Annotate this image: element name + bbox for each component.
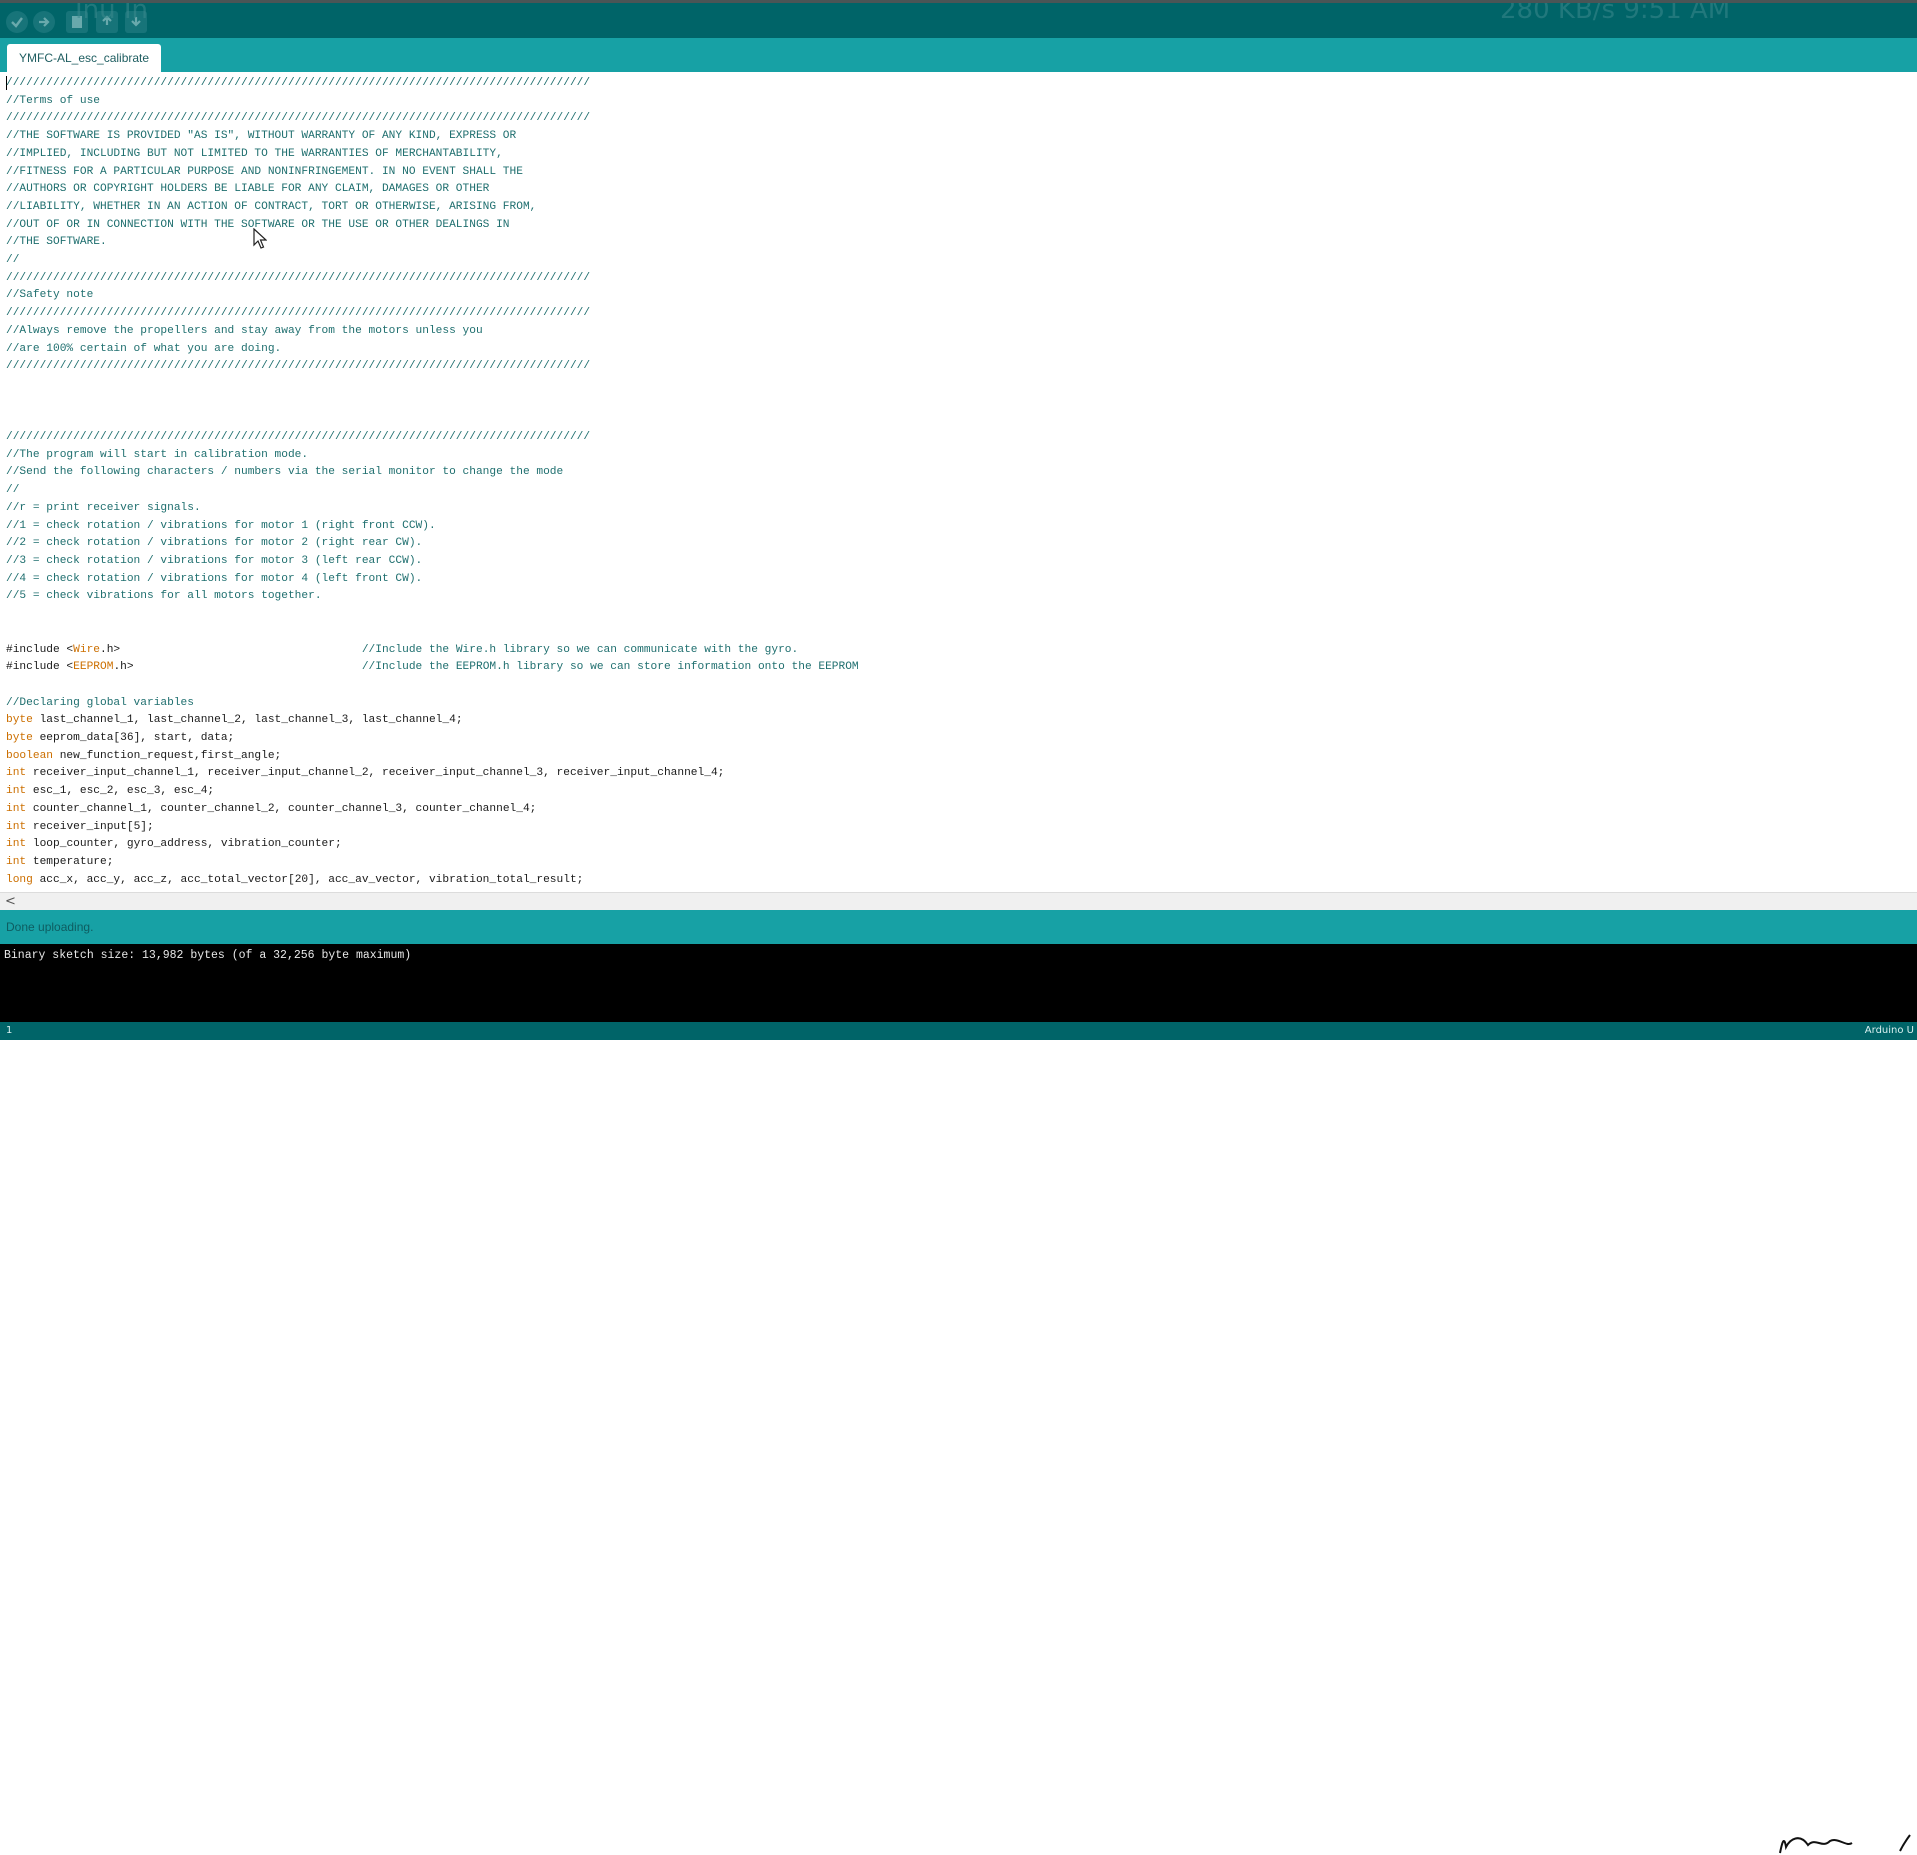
- board-name: Arduino U: [1864, 1025, 1914, 1036]
- console-text: Binary sketch size: 13,982 bytes (of a 3…: [4, 949, 412, 962]
- verify-icon[interactable]: [6, 11, 28, 33]
- horizontal-scrollbar[interactable]: <: [0, 892, 1917, 911]
- overlay-text-left: Inu In: [75, 0, 149, 25]
- overlay-text-right: 280 KB/s 9:51 AM: [1500, 0, 1731, 25]
- toolbar: Inu In 280 KB/s 9:51 AM: [0, 0, 1917, 38]
- code-text[interactable]: ////////////////////////////////////////…: [6, 75, 859, 889]
- pen-scribble-icon: [1779, 1834, 1911, 1854]
- upload-icon[interactable]: [33, 11, 55, 33]
- scroll-left-icon[interactable]: <: [5, 893, 16, 911]
- console-output: Binary sketch size: 13,982 bytes (of a 3…: [0, 944, 1917, 1022]
- code-editor[interactable]: ////////////////////////////////////////…: [0, 72, 1917, 892]
- status-text: Done uploading.: [6, 920, 94, 934]
- mouse-pointer-icon: [253, 228, 267, 249]
- footer-bar: 1 Arduino U: [0, 1022, 1917, 1040]
- status-bar: Done uploading.: [0, 910, 1917, 1854]
- tab-bar: YMFC-AL_esc_calibrate: [0, 38, 1917, 72]
- line-number: 1: [6, 1025, 13, 1036]
- tab-sketch[interactable]: YMFC-AL_esc_calibrate: [7, 44, 162, 72]
